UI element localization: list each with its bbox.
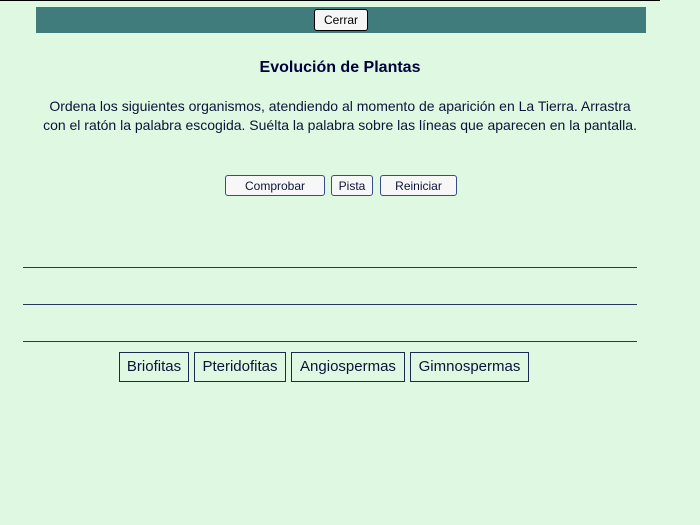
check-button[interactable]: Comprobar [225,175,325,196]
reset-button[interactable]: Reiniciar [380,175,457,196]
top-divider [0,0,660,1]
answer-drop-line-1[interactable] [23,267,637,268]
word-tile-briofitas[interactable]: Briofitas [119,352,189,382]
page-title: Evolución de Plantas [259,59,421,76]
answer-drop-line-3[interactable] [23,341,637,342]
word-tile-gimnospermas[interactable]: Gimnospermas [410,352,529,382]
instructions-text: Ordena los siguientes organismos, atendi… [43,98,637,133]
close-button[interactable]: Cerrar [314,9,368,31]
word-tile-angiospermas[interactable]: Angiospermas [291,352,405,382]
hint-button[interactable]: Pista [331,175,373,196]
word-tile-pteridofitas[interactable]: Pteridofitas [194,352,286,382]
answer-drop-line-2[interactable] [23,304,637,305]
